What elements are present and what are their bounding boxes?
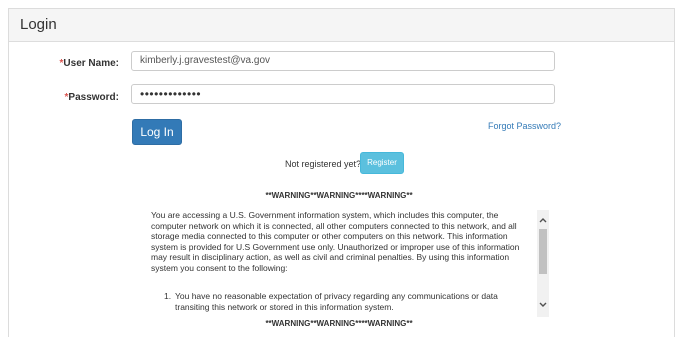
password-label-text: Password: [68, 92, 119, 103]
chevron-up-icon[interactable] [537, 214, 549, 228]
list-item-number: 1. [164, 291, 172, 301]
login-button[interactable]: Log In [132, 119, 182, 145]
warning-title: **WARNING**WARNING****WARNING** [265, 191, 413, 200]
login-panel: Login *User Name: kimberly.j.gravestest@… [8, 8, 675, 337]
warning-footer: **WARNING**WARNING****WARNING** [265, 319, 413, 328]
list-item: You have no reasonable expectation of pr… [175, 291, 498, 312]
password-field[interactable]: ••••••••••••• [131, 84, 555, 104]
username-label-text: User Name: [63, 58, 119, 69]
warning-scroll-box[interactable]: You are accessing a U.S. Government info… [139, 210, 555, 317]
register-button[interactable]: Register [360, 152, 404, 174]
scrollbar[interactable] [537, 210, 549, 317]
chevron-down-icon[interactable] [537, 299, 549, 313]
username-field[interactable]: kimberly.j.gravestest@va.gov [131, 51, 555, 71]
panel-title: Login [9, 9, 674, 42]
warning-body: You are accessing a U.S. Government info… [151, 210, 520, 273]
username-label: *User Name: [9, 58, 120, 69]
scrollbar-thumb[interactable] [539, 229, 547, 274]
password-label: *Password: [9, 92, 119, 103]
not-registered-text: Not registered yet? [285, 159, 362, 169]
forgot-password-link[interactable]: Forgot Password? [488, 121, 561, 131]
